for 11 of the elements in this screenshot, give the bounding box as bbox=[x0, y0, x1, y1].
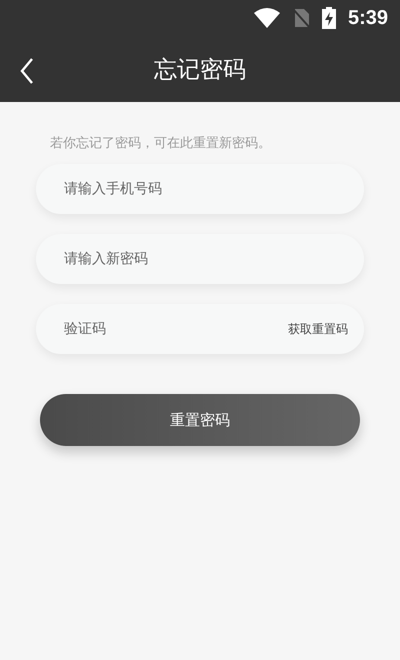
input-field[interactable]: 验证码 获取重置码 bbox=[36, 304, 364, 354]
input-field[interactable]: 请输入新密码 bbox=[36, 234, 364, 284]
battery-charging-icon bbox=[322, 7, 336, 29]
reset-button[interactable]: 重置密码 bbox=[40, 394, 360, 446]
get-code-link[interactable]: 获取重置码 bbox=[288, 320, 348, 338]
status-time: 5:39 bbox=[348, 6, 388, 30]
input-field[interactable]: 请输入手机号码 bbox=[36, 164, 364, 214]
back-button[interactable] bbox=[18, 56, 36, 86]
wifi-icon bbox=[254, 8, 280, 28]
page-title: 忘记密码 bbox=[154, 56, 246, 84]
hint-text: 若你忘记了密码，可在此重置新密码。 bbox=[50, 135, 272, 152]
